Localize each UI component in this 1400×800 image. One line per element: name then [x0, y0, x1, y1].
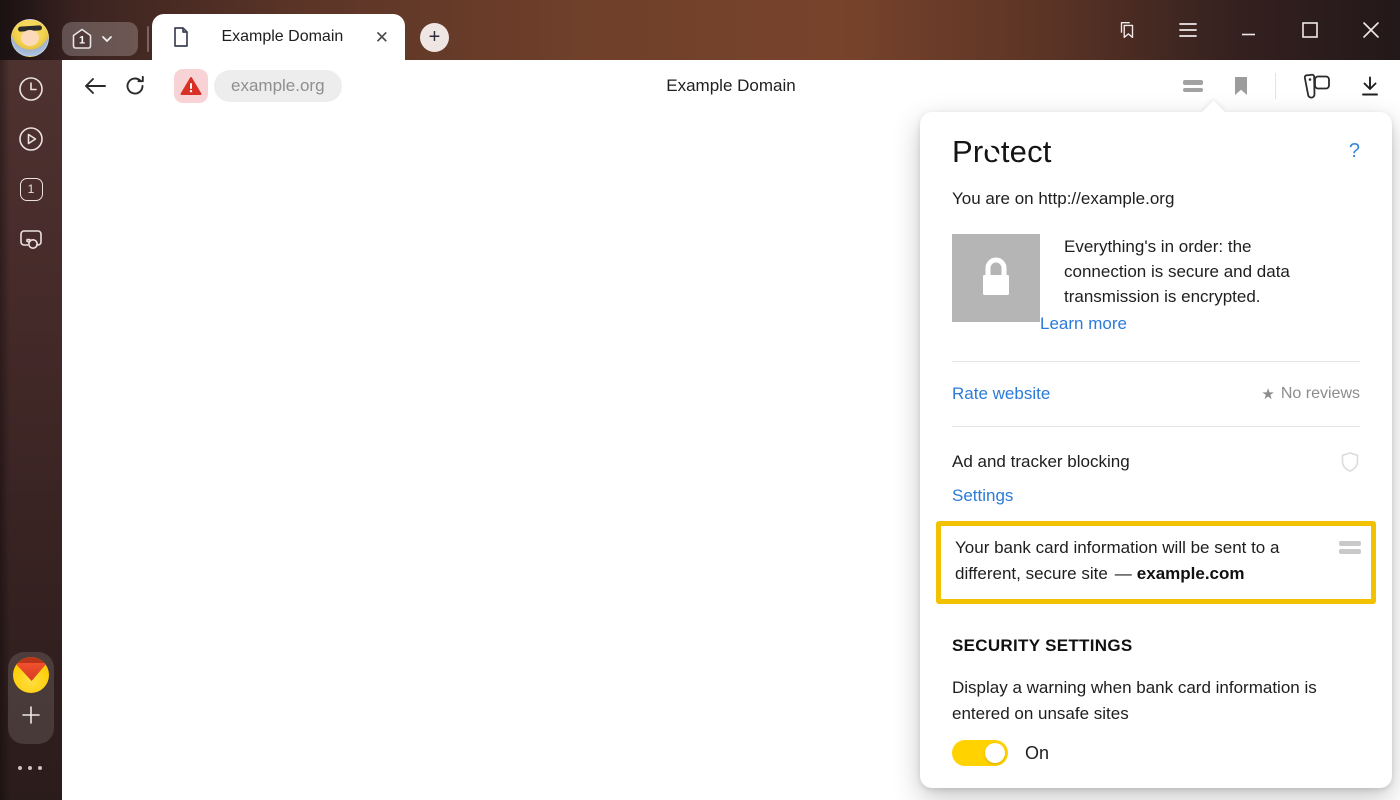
- shield-icon: [1340, 451, 1360, 473]
- video-player-icon[interactable]: [16, 124, 46, 154]
- bank-notice-text: Your bank card information will be sent …: [955, 535, 1339, 587]
- tab-title: Example Domain: [190, 28, 375, 46]
- rate-website-link[interactable]: Rate website: [952, 384, 1050, 404]
- profile-avatar[interactable]: [11, 19, 49, 57]
- yandex-mail-icon[interactable]: [13, 657, 49, 693]
- ad-blocking-label: Ad and tracker blocking: [952, 452, 1130, 472]
- add-app-icon[interactable]: [20, 704, 42, 726]
- site-warning-badge[interactable]: [174, 69, 208, 103]
- bank-notice-domain: example.com: [1137, 564, 1245, 583]
- help-link[interactable]: ?: [1349, 140, 1360, 163]
- history-icon[interactable]: [16, 74, 46, 104]
- tab-counter-shield-icon: 1: [69, 26, 95, 52]
- sidebar-tab-count: 1: [20, 178, 43, 201]
- menu-icon[interactable]: [1177, 19, 1199, 41]
- browser-toolbar: example.org Example Domain: [62, 60, 1400, 112]
- toolbar-separator: [1275, 73, 1276, 99]
- protect-feature-icon: [1339, 541, 1361, 554]
- back-button[interactable]: [80, 71, 110, 101]
- star-icon: ★: [1261, 385, 1274, 403]
- reviews-summary[interactable]: ★ No reviews: [1261, 385, 1360, 403]
- bank-card-notice: Your bank card information will be sent …: [936, 521, 1376, 604]
- titlebar: 1 Example Domain ✕ +: [0, 0, 1400, 60]
- tabs-panel-icon[interactable]: 1: [16, 174, 46, 204]
- tab-counter-pill[interactable]: 1: [62, 22, 138, 56]
- tabstrip-separator: [147, 26, 149, 52]
- url-text: example.org: [231, 76, 325, 96]
- divider: [952, 426, 1360, 427]
- chevron-down-icon[interactable]: [99, 31, 115, 47]
- mail-flap-top: [13, 657, 49, 664]
- card-warning-toggle[interactable]: [952, 740, 1008, 766]
- pinned-apps-pill: [8, 652, 54, 744]
- tab-close-icon[interactable]: ✕: [375, 29, 389, 46]
- lock-icon: [975, 254, 1017, 302]
- protect-title: Protect: [952, 134, 1052, 170]
- security-settings-header: SECURITY SETTINGS: [952, 636, 1360, 656]
- protect-panel-icon[interactable]: [1179, 76, 1207, 96]
- reload-button[interactable]: [120, 71, 150, 101]
- document-icon: [172, 26, 190, 48]
- collections-icon[interactable]: [1300, 72, 1334, 100]
- new-tab-button[interactable]: +: [420, 23, 449, 52]
- reviews-label: No reviews: [1281, 385, 1360, 403]
- close-button[interactable]: [1360, 19, 1382, 41]
- toggle-state-label: On: [1025, 743, 1049, 764]
- side-panels-icon[interactable]: [1116, 19, 1138, 41]
- more-options-icon[interactable]: [18, 766, 42, 770]
- window-controls: [1116, 10, 1382, 50]
- maximize-button[interactable]: [1299, 19, 1321, 41]
- download-icon[interactable]: [1358, 74, 1382, 98]
- minimize-button[interactable]: [1238, 19, 1260, 41]
- tab-example-domain[interactable]: Example Domain ✕: [152, 14, 405, 60]
- secure-lock-tile: [952, 234, 1040, 322]
- bookmark-icon[interactable]: [1231, 75, 1251, 97]
- screenshot-icon[interactable]: [16, 224, 46, 254]
- learn-more-link[interactable]: Learn more: [1040, 314, 1127, 334]
- address-bar[interactable]: example.org: [214, 70, 342, 102]
- sidebar: 1: [0, 60, 62, 800]
- mail-envelope-flap: [15, 663, 47, 681]
- site-location-text: You are on http://example.org: [952, 189, 1360, 209]
- settings-link[interactable]: Settings: [952, 486, 1013, 506]
- protect-panel: Protect ? You are on http://example.org …: [920, 112, 1392, 788]
- security-status-text: Everything's in order: the connection is…: [1064, 234, 1320, 309]
- card-warning-setting-text: Display a warning when bank card informa…: [952, 675, 1372, 727]
- toggle-knob: [985, 743, 1005, 763]
- tab-count: 1: [79, 35, 85, 47]
- avatar-face: [21, 30, 39, 46]
